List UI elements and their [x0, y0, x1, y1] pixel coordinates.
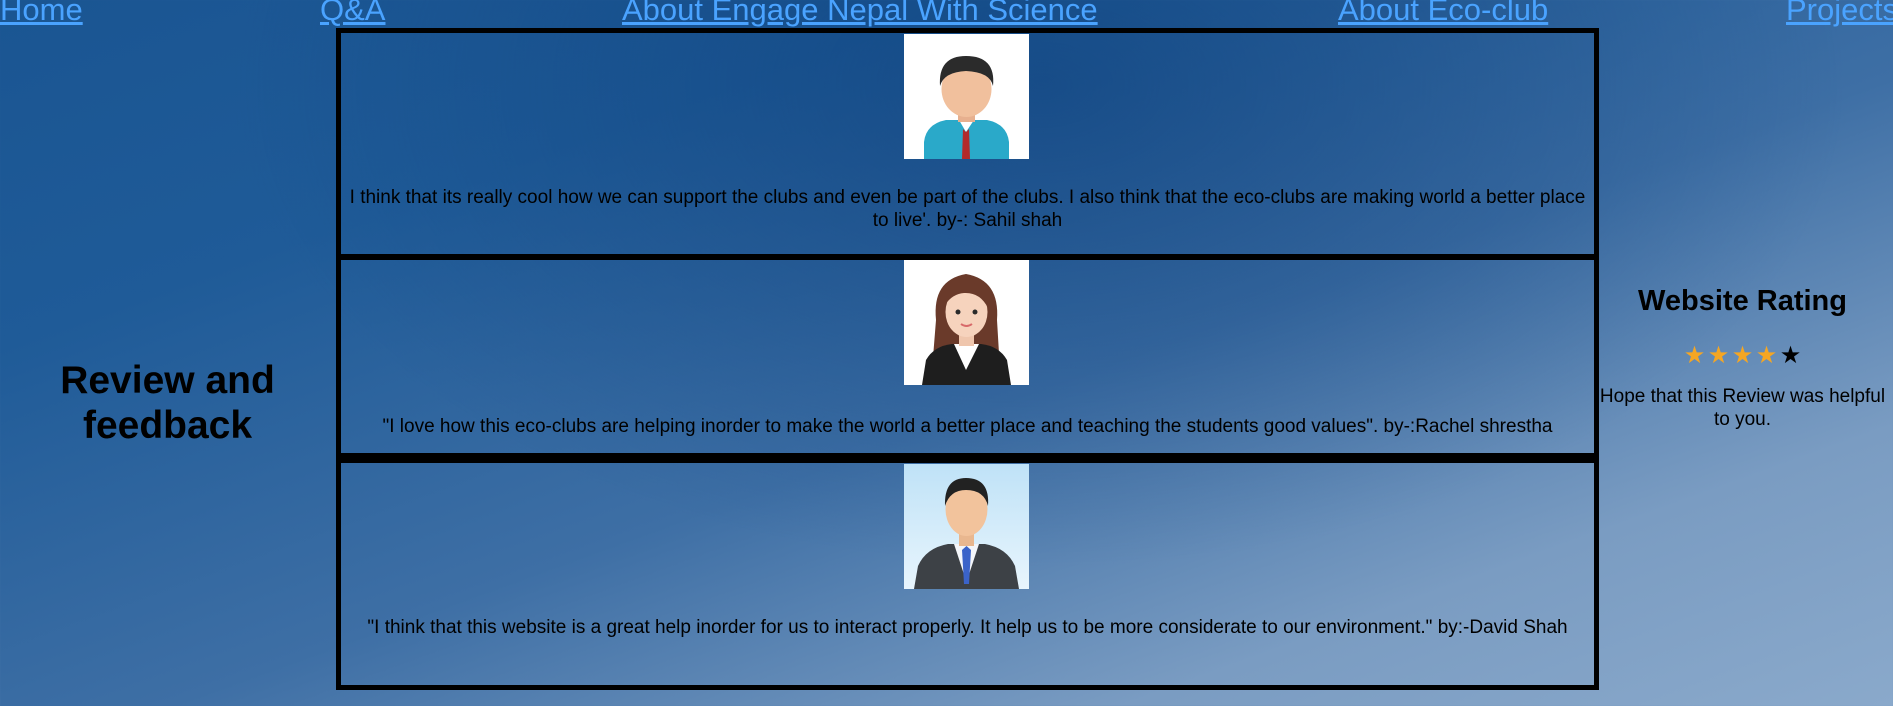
review-text: "I love how this eco-clubs are helping i… [382, 416, 1553, 437]
review-text: "I think that this website is a great he… [367, 617, 1568, 638]
rating-message: Hope that this Review was helpful to you… [1592, 385, 1893, 431]
rating-stars: ★ ★ ★ ★ ★ [1592, 342, 1893, 370]
woman-avatar-icon [904, 260, 1029, 385]
nav-link-about-engage-nepal[interactable]: About Engage Nepal With Science [622, 0, 1098, 28]
star-filled-icon: ★ [1755, 342, 1778, 369]
star-empty-icon: ★ [1779, 342, 1802, 369]
review-card: "I love how this eco-clubs are helping i… [336, 254, 1599, 458]
page-title-line-1: Review and [60, 359, 275, 402]
rating-title: Website Rating [1638, 285, 1847, 317]
page-title: Review and feedback [40, 358, 295, 448]
nav-link-home[interactable]: Home [0, 0, 83, 28]
review-card: I think that its really cool how we can … [336, 28, 1599, 260]
review-card: "I think that this website is a great he… [336, 458, 1599, 690]
star-filled-icon: ★ [1707, 342, 1730, 369]
rating-message-line-2: to you. [1713, 409, 1772, 430]
star-filled-icon: ★ [1683, 342, 1706, 369]
star-filled-icon: ★ [1731, 342, 1754, 369]
page-title-line-2: feedback [82, 404, 253, 447]
top-nav: Home Q&A About Engage Nepal With Science… [0, 0, 1893, 27]
nav-link-about-eco-club[interactable]: About Eco-club [1338, 0, 1548, 28]
review-text: I think that its really cool how we can … [349, 187, 1586, 231]
man-avatar-icon [904, 34, 1029, 159]
rating-message-line-1: Hope that this Review was helpful [1599, 386, 1886, 407]
nav-link-projects[interactable]: Projects [1786, 0, 1893, 28]
nav-link-qa[interactable]: Q&A [320, 0, 385, 28]
businessman-avatar-icon [904, 464, 1029, 589]
